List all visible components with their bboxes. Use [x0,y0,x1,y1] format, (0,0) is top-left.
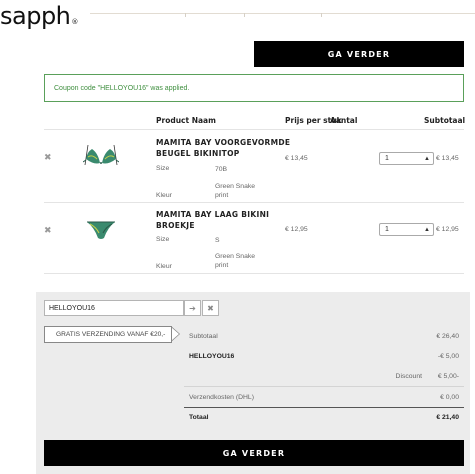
product-name-line: BEUGEL BIKINITOP [156,149,240,158]
product-name-line: MAMITA BAY LAAG BIKINI [156,210,270,219]
arrow-right-icon: ➔ [189,303,196,313]
quantity-select[interactable]: 1 ▲ [379,223,434,236]
free-shipping-tag: GRATIS VERZENDING VANAF €20,- [44,326,172,343]
summary-divider [184,386,464,387]
product-image-bikini-bottom[interactable] [86,219,116,241]
color-value: Green Snake print [215,182,255,200]
coupon-input-value: HELLOYOU16 [49,304,95,312]
size-value: S [215,237,220,244]
color-value-line: print [215,192,229,199]
coupon-applied-notice: Coupon code "HELLOYOU16" was applied. [44,74,464,102]
header-product-name: Product Naam [156,116,216,125]
header-tick [244,13,245,17]
line-subtotal: € 12,95 [436,226,459,233]
color-label: Kleur [156,192,172,199]
updown-arrows-icon: ▲ [424,226,430,233]
line-subtotal: € 13,45 [436,155,459,162]
total-label: Totaal [189,414,209,421]
shipping-cost-label: Verzendkosten (DHL) [189,394,254,401]
quantity-value: 1 [385,226,389,233]
shipping-tag-arrow-fill [171,327,179,341]
subtotal-label: Subtotaal [189,333,218,340]
unit-price: € 13,45 [285,155,308,162]
updown-arrows-icon: ▲ [424,155,430,162]
unit-price: € 12,95 [285,226,308,233]
color-value-line: Green Snake [215,183,256,190]
product-image-bikini-top[interactable] [82,143,120,171]
size-label: Size [156,165,170,172]
coupon-summary-label: HELLOYOU16 [189,353,235,360]
apply-coupon-button[interactable]: ➔ [184,300,201,316]
color-label: Kleur [156,263,172,270]
remove-item-icon[interactable]: ✖ [44,153,52,163]
header-tick [321,13,322,17]
color-value-line: Green Snake [215,253,256,260]
color-value-line: print [215,262,229,269]
product-name-line: BROEKJE [156,221,195,230]
header-tick [185,13,186,17]
size-label: Size [156,236,170,243]
coupon-summary-value: -€ 5,00 [437,353,459,360]
header-subtotal: Subtotaal [424,116,466,125]
shipping-cost-value: € 0,00 [440,394,459,401]
remove-item-icon[interactable]: ✖ [44,226,52,236]
quantity-select[interactable]: 1 ▲ [379,152,434,165]
quantity-value: 1 [385,155,389,162]
header-quantity: Aantal [330,116,358,125]
free-shipping-text: GRATIS VERZENDING VANAF €20,- [56,331,166,338]
product-name-line: MAMITA BAY VOORGEVORMDE [156,138,291,147]
registered-mark: ® [71,18,78,26]
brand-logo[interactable]: sapph® [0,2,78,30]
subtotal-value: € 26,40 [436,333,459,340]
discount-value: € 5,00- [437,373,459,380]
color-value: Green Snake print [215,252,255,270]
size-value: 70B [215,166,228,173]
continue-button-top[interactable]: GA VERDER [254,41,464,67]
row-divider [44,273,464,274]
notice-text: Coupon code "HELLOYOU16" was applied. [54,84,190,92]
total-divider [184,407,464,408]
continue-button-bottom[interactable]: GA VERDER [44,440,464,466]
header-divider [90,13,475,14]
brand-name: sapph [0,2,71,30]
close-icon: ✖ [207,303,214,313]
discount-label: Discount [395,373,422,380]
table-header-divider [44,129,464,130]
product-name[interactable]: MAMITA BAY VOORGEVORMDE BEUGEL BIKINITOP [156,137,290,159]
remove-coupon-button[interactable]: ✖ [202,300,219,316]
coupon-input[interactable]: HELLOYOU16 [44,300,184,316]
product-name[interactable]: MAMITA BAY LAAG BIKINI BROEKJE [156,209,269,231]
row-divider [44,202,464,203]
total-value: € 21,40 [436,414,459,421]
